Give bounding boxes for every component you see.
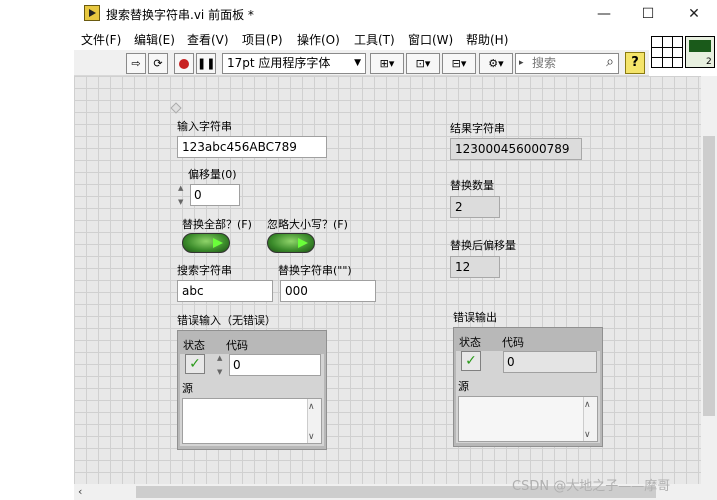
scroll-left-icon[interactable]: ‹ (78, 485, 82, 498)
menu-file[interactable]: 文件(F) (81, 31, 121, 48)
menu-operate[interactable]: 操作(O) (297, 31, 340, 48)
chevron-down-icon: ▼ (354, 58, 361, 68)
offset-past-indicator: 12 (450, 256, 500, 278)
window-title: 搜索替换字符串.vi 前面板 * (106, 8, 254, 22)
search-input[interactable]: 搜索 ▸ ⌕ (515, 53, 619, 74)
error-out-label: 错误输出 (453, 311, 497, 324)
replace-all-label: 替换全部？(F) (182, 218, 252, 231)
menu-project[interactable]: 项目(P) (242, 31, 283, 48)
labview-vi-icon (84, 5, 100, 21)
font-select-value: 17pt 应用程序字体 (227, 56, 331, 70)
scroll-down-icon[interactable]: ∨ (584, 430, 591, 440)
error-in-code-control[interactable]: 0 (229, 354, 321, 376)
error-out-status-label: 状态 (459, 336, 481, 349)
expand-icon: ▸ (519, 58, 524, 68)
distribute-objects-icon[interactable]: ⊡▾ (406, 53, 440, 74)
watermark: CSDN @大地之子——摩哥 (512, 479, 671, 494)
ignore-case-button[interactable] (267, 233, 315, 253)
pause-icon[interactable]: ❚❚ (196, 53, 216, 74)
error-in-status-check-icon[interactable]: ✓ (185, 354, 205, 374)
search-string-control[interactable]: abc (177, 280, 273, 302)
menu-window[interactable]: 窗口(W) (408, 31, 453, 48)
reorder-icon[interactable]: ⚙▾ (479, 53, 513, 74)
result-string-indicator: 123000456000789 (450, 138, 582, 160)
menu-edit[interactable]: 编辑(E) (134, 31, 175, 48)
offset-control[interactable]: 0 (190, 184, 240, 206)
abort-icon[interactable] (174, 53, 194, 74)
error-in-code-spin-icon[interactable] (217, 354, 227, 376)
offset-increment-icon[interactable] (178, 184, 188, 206)
close-button[interactable]: ✕ (671, 0, 717, 28)
error-out-source-textarea (458, 396, 598, 442)
maximize-button[interactable]: ☐ (625, 0, 671, 28)
connector-pane-icon[interactable] (651, 36, 683, 68)
error-in-source-label: 源 (182, 382, 193, 395)
scroll-down-icon[interactable]: ∨ (308, 432, 315, 442)
error-in-status-label: 状态 (183, 339, 205, 352)
context-help-button[interactable]: ? (625, 52, 645, 74)
run-continuously-icon[interactable]: ⟳ (148, 53, 168, 74)
run-arrow-icon[interactable]: ⇨ (126, 53, 146, 74)
ignore-case-label: 忽略大小写？(F) (267, 218, 348, 231)
error-in-label: 错误输入（无错误） (177, 314, 276, 327)
search-placeholder: 搜索 (532, 56, 557, 70)
connector-count: 2 (706, 57, 712, 67)
input-string-control[interactable]: 123abc456ABC789 (177, 136, 327, 158)
search-string-label: 搜索字符串 (177, 264, 232, 277)
replace-all-button[interactable] (182, 233, 230, 253)
font-select[interactable]: 17pt 应用程序字体 ▼ (222, 53, 366, 74)
error-out-code-indicator: 0 (503, 351, 597, 373)
replace-count-label: 替换数量 (450, 179, 494, 192)
scroll-up-icon[interactable]: ∧ (584, 400, 591, 410)
error-in-source-textarea[interactable] (182, 398, 322, 444)
align-objects-icon[interactable]: ⊞▾ (370, 53, 404, 74)
resize-objects-icon[interactable]: ⊟▾ (442, 53, 476, 74)
vertical-scroll-thumb[interactable] (703, 136, 715, 416)
error-out-code-label: 代码 (502, 336, 524, 349)
menu-tools[interactable]: 工具(T) (354, 31, 395, 48)
search-icon: ⌕ (606, 54, 614, 70)
offset-label: 偏移量(0) (188, 168, 237, 181)
error-out-source-label: 源 (458, 380, 469, 393)
menu-help[interactable]: 帮助(H) (466, 31, 508, 48)
error-out-status-check-icon: ✓ (461, 351, 481, 371)
replace-string-label: 替换字符串("") (278, 264, 352, 277)
error-in-code-label: 代码 (226, 339, 248, 352)
result-string-label: 结果字符串 (450, 122, 505, 135)
scroll-up-icon[interactable]: ∧ (308, 402, 315, 412)
replace-count-indicator: 2 (450, 196, 500, 218)
minimize-button[interactable]: — (581, 0, 627, 28)
replace-string-control[interactable]: 000 (280, 280, 376, 302)
front-panel[interactable] (74, 76, 701, 484)
menu-view[interactable]: 查看(V) (187, 31, 229, 48)
input-string-label: 输入字符串 (177, 120, 232, 133)
offset-past-label: 替换后偏移量 (450, 239, 516, 252)
